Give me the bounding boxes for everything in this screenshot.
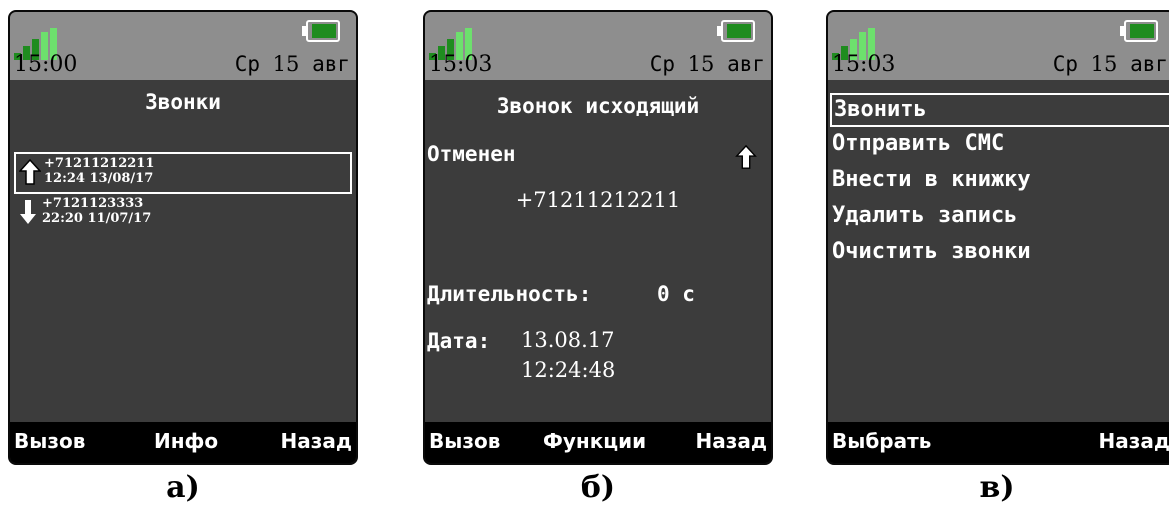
softkey-right-back[interactable]: Назад [280, 429, 352, 453]
softkey-center-functions[interactable]: Функции [543, 429, 646, 453]
call-options-menu: Звонить Отправить СМС Внести в книжку Уд… [830, 93, 1169, 271]
softkey-left-call[interactable]: Вызов [14, 429, 85, 453]
caption-a: а) [166, 470, 200, 505]
menu-item-add-to-contacts[interactable]: Внести в книжку [830, 163, 1169, 199]
call-list: +71211212211 12:24 13/08/17 +7121123333 … [14, 152, 352, 234]
status-day: Ср [1052, 52, 1079, 76]
duration-label: Длительность: [427, 282, 592, 306]
softkey-center-info[interactable]: Инфо [154, 429, 218, 453]
softkey-bar: Выбрать Назад [828, 422, 1169, 463]
clock-time: 15:03 [832, 52, 896, 77]
outgoing-call-arrow-icon [19, 158, 41, 185]
status-month: авг [727, 52, 765, 76]
duration-value: 0 с [657, 282, 695, 306]
softkey-bar: Вызов Функции Назад [425, 422, 771, 463]
menu-item-send-sms[interactable]: Отправить СМС [830, 127, 1169, 163]
phone-screen-calls: 15:00 Ср 15 авг Звонки +71211212211 12:2… [8, 10, 358, 465]
time-value: 12:24:48 [521, 358, 616, 382]
outgoing-call-arrow-icon [735, 144, 757, 169]
phone-screen-call-menu: 15:03 Ср 15 авг Звонить Отправить СМС Вн… [826, 10, 1169, 465]
call-timestamp: 12:24 13/08/17 [44, 171, 154, 186]
status-date-number: 15 [1090, 52, 1118, 76]
status-bar: 15:00 Ср 15 авг [10, 12, 356, 80]
date-value: 13.08.17 [521, 328, 615, 352]
status-bar: 15:03 Ср 15 авг [425, 12, 771, 80]
screen-title: Звонок исходящий [496, 94, 700, 118]
phone-screen-call-details: 15:03 Ср 15 авг Звонок исходящий Отменен… [423, 10, 773, 465]
call-number: +71211212211 [515, 188, 681, 212]
screen-title: Звонки [145, 90, 221, 114]
menu-item-call[interactable]: Звонить [830, 93, 1169, 127]
status-date: Ср 15 авг [650, 52, 765, 76]
call-state: Отменен [427, 142, 516, 166]
call-timestamp: 22:20 11/07/17 [42, 211, 152, 226]
status-month: авг [1130, 52, 1168, 76]
softkey-bar: Вызов Инфо Назад [10, 422, 356, 463]
status-bar: 15:03 Ср 15 авг [828, 12, 1169, 80]
softkey-left-select[interactable]: Выбрать [832, 429, 931, 453]
status-day: Ср [649, 52, 676, 76]
battery-icon [717, 20, 755, 42]
status-month: авг [312, 52, 350, 76]
caption-c: в) [979, 470, 1015, 505]
menu-item-clear-calls[interactable]: Очистить звонки [830, 235, 1169, 271]
call-number: +71211212211 [44, 156, 155, 171]
softkey-left-call[interactable]: Вызов [429, 429, 500, 453]
softkey-right-back[interactable]: Назад [1098, 429, 1169, 453]
incoming-call-arrow-icon [20, 200, 36, 224]
status-date-number: 15 [687, 52, 715, 76]
clock-time: 15:00 [14, 52, 78, 77]
status-date-number: 15 [272, 52, 300, 76]
menu-item-delete-entry[interactable]: Удалить запись [830, 199, 1169, 235]
softkey-right-back[interactable]: Назад [695, 429, 767, 453]
status-date: Ср 15 авг [235, 52, 350, 76]
status-day: Ср [234, 52, 261, 76]
call-number: +7121123333 [42, 196, 144, 211]
status-date: Ср 15 авг [1053, 52, 1168, 76]
battery-icon [1120, 20, 1158, 42]
battery-icon [302, 20, 340, 42]
call-list-item-outgoing[interactable]: +71211212211 12:24 13/08/17 [14, 152, 352, 194]
caption-b: б) [580, 470, 616, 505]
call-list-item-incoming[interactable]: +7121123333 22:20 11/07/17 [14, 194, 352, 234]
date-label: Дата: [427, 329, 491, 353]
clock-time: 15:03 [429, 52, 493, 77]
